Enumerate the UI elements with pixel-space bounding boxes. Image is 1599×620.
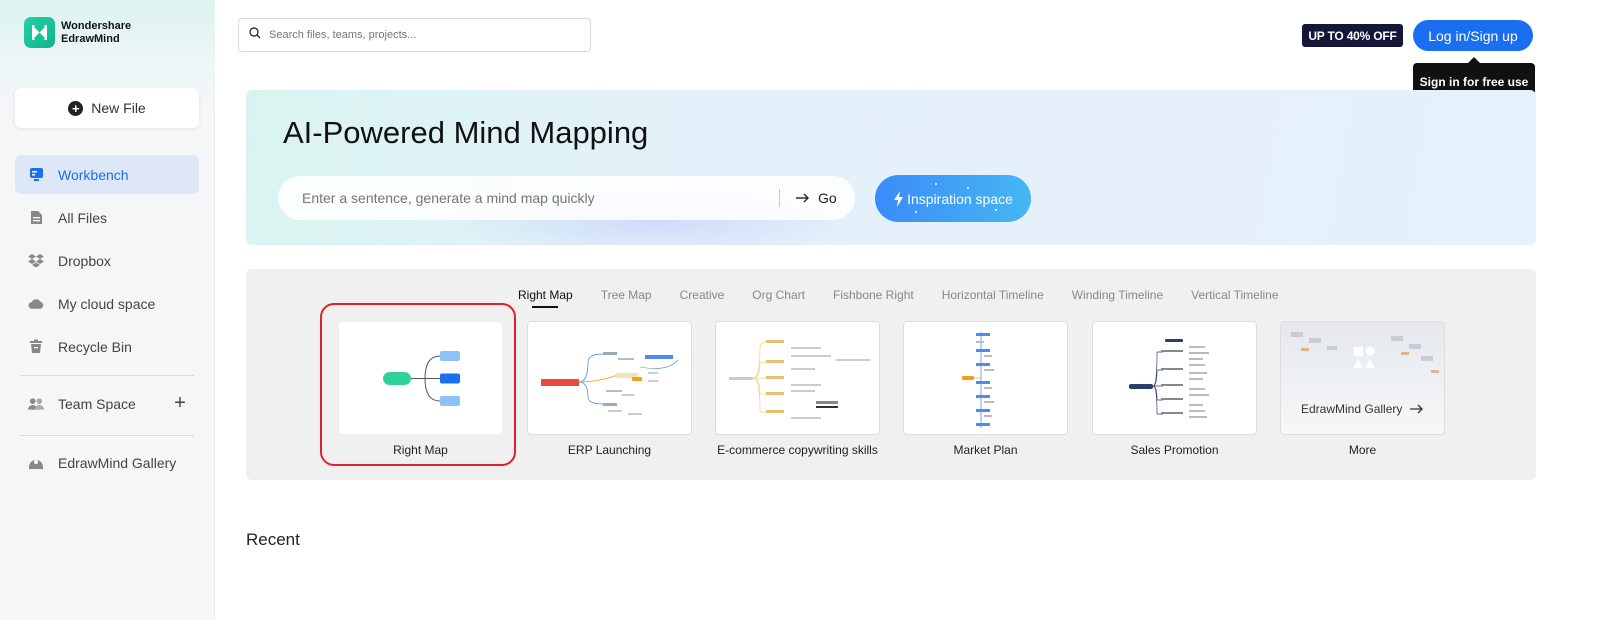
template-label: More (1348, 443, 1377, 457)
ai-prompt-bar[interactable]: Go (278, 176, 855, 220)
go-label: Go (818, 190, 837, 206)
ai-banner-title: AI-Powered Mind Mapping (283, 115, 649, 150)
sparkle-decoration (935, 183, 937, 185)
templates-panel: Right Map Tree Map Creative Org Chart Fi… (246, 269, 1536, 480)
sidebar-item-recycle-bin[interactable]: Recycle Bin (15, 327, 199, 366)
gallery-preview (1291, 332, 1439, 373)
template-thumbnail[interactable] (527, 321, 692, 435)
template-label: Sales Promotion (1130, 443, 1219, 457)
sidebar-item-all-files[interactable]: All Files (15, 198, 199, 237)
sidebar-item-workbench[interactable]: Workbench (15, 155, 199, 194)
right-map-diagram (383, 351, 460, 406)
template-card-erp-launching[interactable]: ERP Launching (527, 321, 692, 457)
ecommerce-mindmap-preview (729, 340, 870, 419)
template-thumbnail[interactable] (715, 321, 880, 435)
arrow-right-icon (796, 193, 810, 203)
market-plan-preview (962, 332, 994, 428)
tab-right-map[interactable]: Right Map (518, 288, 573, 308)
new-file-button[interactable]: + New File (15, 88, 199, 128)
sidebar-item-dropbox[interactable]: Dropbox (15, 241, 199, 280)
tab-creative[interactable]: Creative (680, 288, 725, 308)
sparkle-decoration (967, 187, 969, 189)
login-signup-button[interactable]: Log in/Sign up (1413, 20, 1533, 51)
template-thumbnail[interactable] (903, 321, 1068, 435)
gallery-icon (28, 455, 44, 471)
template-card-market-plan[interactable]: Market Plan (903, 321, 1068, 457)
recent-heading: Recent (246, 530, 300, 549)
template-card-sales-promotion[interactable]: Sales Promotion (1092, 321, 1257, 457)
sidebar-divider (20, 375, 194, 376)
gallery-link[interactable]: EdrawMind Gallery (1301, 402, 1424, 416)
template-label: Market Plan (953, 443, 1018, 457)
search-bar[interactable] (238, 18, 591, 52)
template-label: ERP Launching (567, 443, 652, 457)
lightning-icon (893, 190, 904, 207)
inspiration-label: Inspiration space (907, 190, 1013, 207)
template-label: Right Map (393, 443, 448, 457)
sidebar-item-label: Recycle Bin (58, 338, 132, 355)
tab-vertical-timeline[interactable]: Vertical Timeline (1191, 288, 1278, 308)
sparkle-decoration (915, 211, 917, 213)
template-tabs: Right Map Tree Map Creative Org Chart Fi… (518, 288, 1307, 308)
tab-horizontal-timeline[interactable]: Horizontal Timeline (942, 288, 1044, 308)
template-thumbnail[interactable] (1092, 321, 1257, 435)
brand-name: Wondershare EdrawMind (61, 20, 131, 46)
team-icon (28, 396, 44, 412)
trash-icon (28, 339, 44, 355)
template-card-ecommerce-copywriting[interactable]: E-commerce copywriting skills (715, 321, 880, 457)
gallery-thumbnail[interactable]: EdrawMind Gallery (1280, 321, 1445, 435)
ai-banner: AI-Powered Mind Mapping Go Inspiration s… (246, 90, 1536, 245)
sidebar-item-label: EdrawMind Gallery (58, 454, 177, 471)
go-button[interactable]: Go (796, 190, 837, 206)
tab-fishbone-right[interactable]: Fishbone Right (833, 288, 914, 308)
plus-circle-icon: + (68, 100, 84, 116)
sidebar-item-label: My cloud space (58, 295, 156, 312)
tab-tree-map[interactable]: Tree Map (601, 288, 652, 308)
tab-winding-timeline[interactable]: Winding Timeline (1072, 288, 1163, 308)
search-icon (249, 26, 261, 44)
edrawmind-logo-icon (24, 17, 55, 48)
promo-badge[interactable]: UP TO 40% OFF (1302, 24, 1403, 47)
template-thumbnail[interactable] (338, 321, 503, 435)
prompt-divider (779, 189, 780, 207)
sidebar-item-cloud[interactable]: My cloud space (15, 284, 199, 323)
workbench-icon (28, 167, 44, 183)
template-label: E-commerce copywriting skills (717, 443, 878, 457)
cloud-icon (28, 296, 44, 312)
sparkle-decoration (995, 209, 997, 211)
brand-line-1: Wondershare (61, 19, 132, 32)
sidebar-item-label: Dropbox (58, 252, 111, 269)
sidebar-item-gallery[interactable]: EdrawMind Gallery (15, 443, 199, 482)
brand[interactable]: Wondershare EdrawMind (24, 17, 131, 48)
sidebar: Wondershare EdrawMind + New File Workben… (0, 0, 215, 620)
inspiration-space-button[interactable]: Inspiration space (875, 175, 1031, 222)
sales-promotion-preview (1129, 339, 1209, 418)
sidebar-item-label: All Files (58, 209, 108, 226)
sidebar-divider (20, 435, 194, 436)
tab-org-chart[interactable]: Org Chart (752, 288, 805, 308)
add-team-button[interactable]: + (172, 393, 188, 413)
gallery-link-label: EdrawMind Gallery (1301, 402, 1403, 416)
file-icon (28, 210, 44, 226)
search-input[interactable] (269, 29, 569, 41)
brand-line-2: EdrawMind (61, 32, 120, 45)
template-card-right-map[interactable]: Right Map (338, 321, 503, 457)
new-file-label: New File (91, 100, 146, 116)
sidebar-item-label: Workbench (58, 166, 129, 183)
arrow-right-icon (1410, 404, 1424, 414)
template-card-more[interactable]: EdrawMind Gallery More (1280, 321, 1445, 457)
sidebar-item-label: Team Space (58, 395, 136, 412)
dropbox-icon (28, 253, 44, 269)
erp-mindmap-preview (541, 352, 679, 415)
ai-prompt-input[interactable] (302, 190, 762, 206)
